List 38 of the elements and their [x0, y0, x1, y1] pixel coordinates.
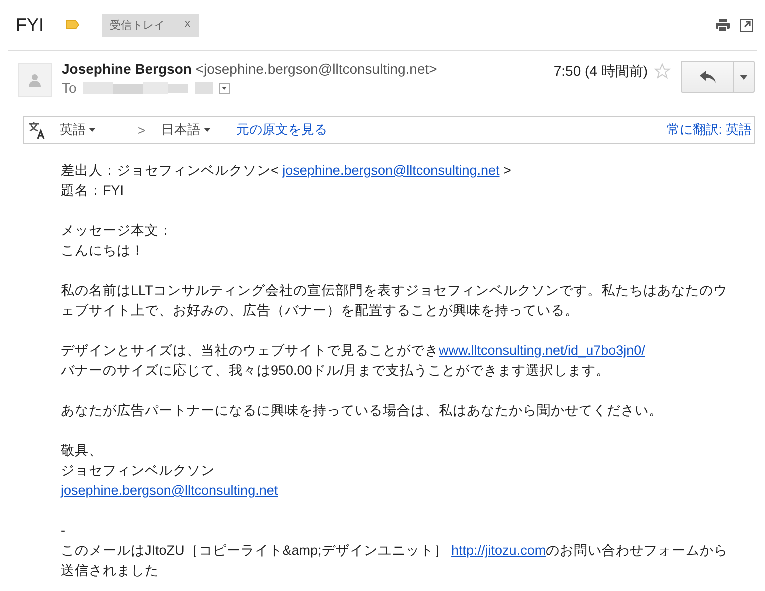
- email-link[interactable]: josephine.bergson@lltconsulting.net: [61, 483, 278, 498]
- email-subject: FYI: [16, 14, 44, 36]
- avatar: [18, 63, 52, 97]
- sender-name: Josephine Bergson: [62, 61, 192, 77]
- translate-icon: [28, 121, 46, 139]
- show-original-link[interactable]: 元の原文を見る: [236, 121, 328, 139]
- body-text: メッセージ本文：: [61, 222, 174, 240]
- remove-label-button[interactable]: x: [185, 18, 191, 32]
- source-language-dropdown[interactable]: 英語: [60, 121, 96, 139]
- recipient-label: To: [62, 80, 77, 96]
- sender-email: <josephine.bergson@lltconsulting.net>: [196, 61, 438, 77]
- caret-icon: [89, 128, 96, 132]
- separator-text: >: [138, 122, 146, 138]
- dropdown-icon[interactable]: [218, 82, 230, 94]
- email-link[interactable]: http://jitozu.com: [452, 543, 546, 558]
- body-text: -: [61, 522, 66, 540]
- body-text: あなたが広告パートナーになるに興味を持っている場合は、私はあなたから聞かせてください。: [61, 402, 664, 420]
- body-text: 差出人：ジョセフィンベルクソン< josephine.bergson@lltconsulting.net >: [61, 162, 512, 180]
- caret-icon: [204, 128, 211, 132]
- print-icon[interactable]: [716, 18, 730, 32]
- caret-icon: [740, 74, 748, 80]
- email-link[interactable]: www.lltconsulting.net/id_u7bo3jn0/: [439, 343, 646, 358]
- reply-icon: [700, 71, 716, 83]
- star-icon[interactable]: [654, 63, 671, 80]
- message-time: 7:50 (4 時間前): [554, 63, 648, 81]
- body-text: こんにちは！: [61, 242, 146, 260]
- always-translate-link[interactable]: 常に翻訳: 英語: [666, 121, 752, 139]
- body-text: 私の名前はLLTコンサルティング会社の宣伝部門を表すジョセフィンベルクソンです。私たちはあなたのウェブサイト上で、お好みの、広告（バナー）を配置することが興味を持っている。: [61, 282, 728, 320]
- target-language-dropdown[interactable]: 日本語: [162, 121, 211, 139]
- body-text: ジョセフィンベルクソン: [61, 462, 216, 480]
- email-link[interactable]: josephine.bergson@lltconsulting.net: [282, 163, 500, 178]
- body-text: デザインとサイズは、当社のウェブサイトで見ることができ www.lltconsulting.net/id_u7bo3jn0/: [61, 342, 646, 360]
- body-text: 題名：FYI: [61, 182, 126, 200]
- body-text: バナーのサイズに応じて、我々は950.00ドル/月まで支払うことができます選択します。: [61, 362, 612, 380]
- body-text: このメールはJItoZU［コピーライト&amp;デザインユニット］ http://jitozu.comのお問い合わせフォームから送信されました: [61, 542, 730, 580]
- new-window-icon[interactable]: [740, 18, 753, 32]
- body-text: 敬具、: [61, 442, 104, 460]
- label-text: 受信トレイ: [110, 18, 166, 32]
